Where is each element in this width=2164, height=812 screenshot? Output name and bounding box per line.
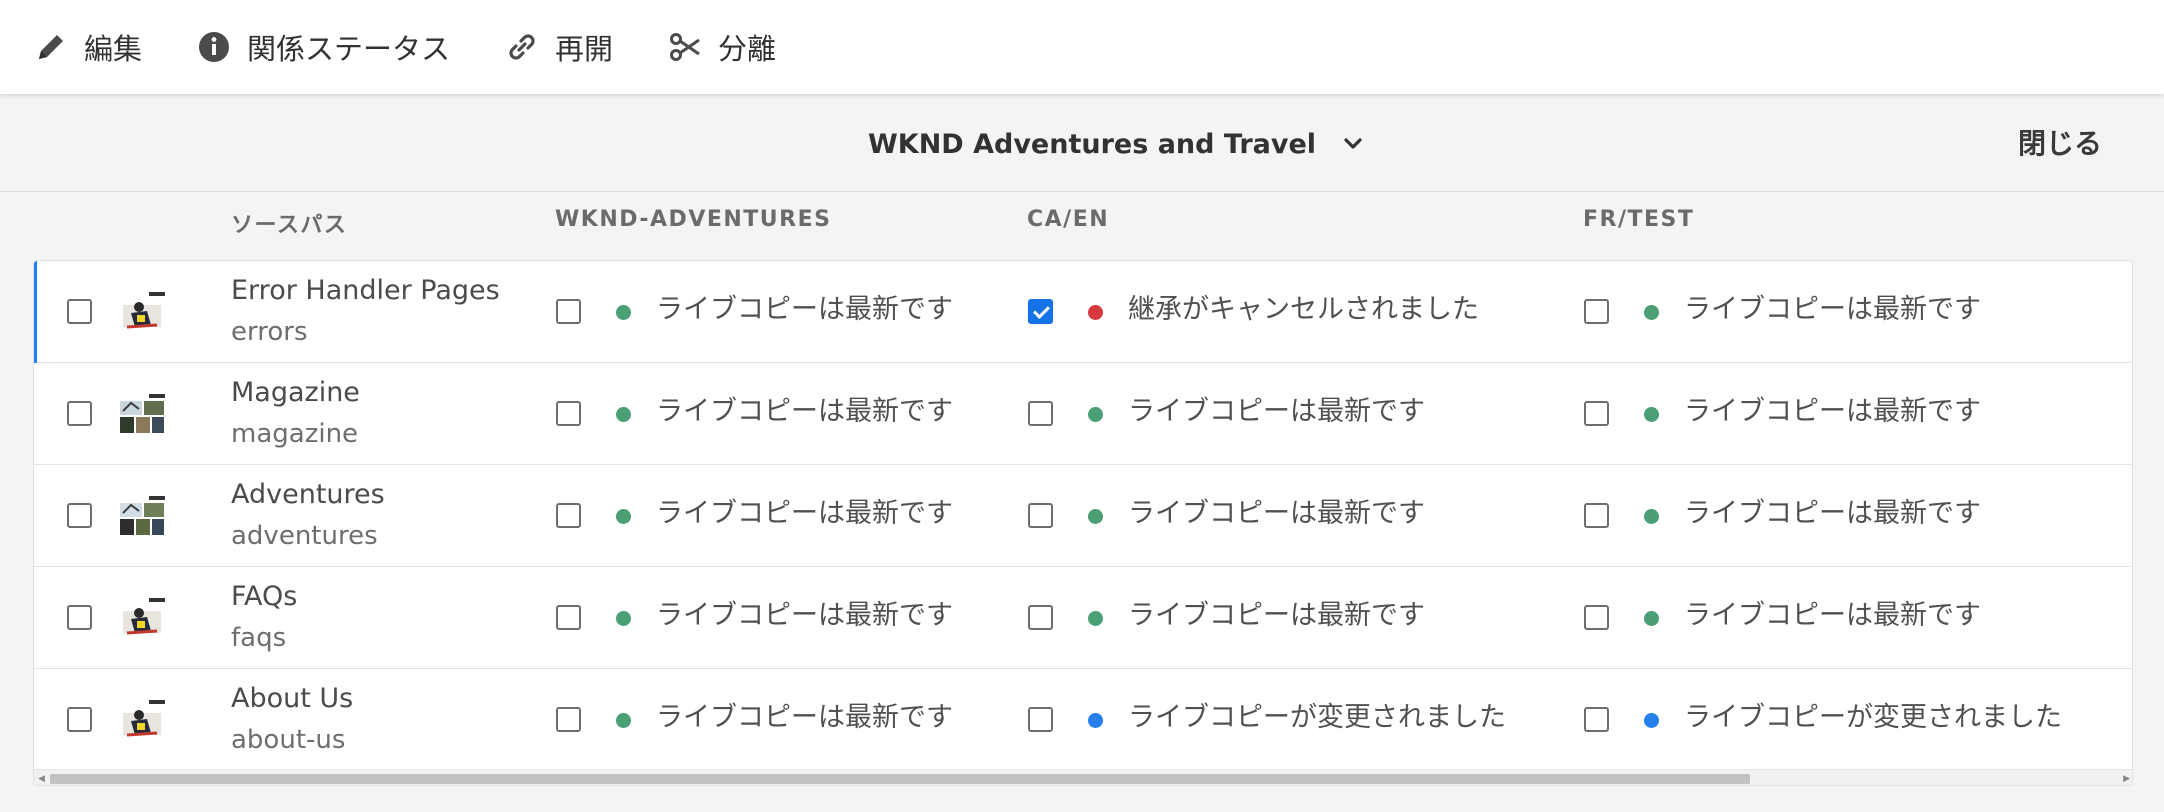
status-text: ライブコピーは最新です	[1128, 396, 1425, 427]
status-text: ライブコピーは最新です	[1684, 396, 1981, 427]
table-row[interactable]: Error Handler Pages errors ライブコピーは最新です 継…	[34, 261, 2132, 363]
status-text: ライブコピーは最新です	[1128, 600, 1425, 631]
page-path: adventures	[231, 521, 378, 551]
page-thumbnail	[117, 699, 167, 743]
page-title: Error Handler Pages	[231, 275, 500, 306]
table-row[interactable]: Adventures adventures ライブコピーは最新です ライブコピー…	[34, 465, 2132, 567]
livecopy-checkbox-ca-en[interactable]	[1028, 299, 1053, 324]
status-dot-up-to-date	[616, 611, 631, 626]
page-title: Adventures	[231, 479, 385, 510]
table-row[interactable]: FAQs faqs ライブコピーは最新です ライブコピーは最新です ライブコピー…	[34, 567, 2132, 669]
status-text: ライブコピーが変更されました	[1684, 702, 2062, 733]
site-header: WKND Adventures and Travel 閉じる	[0, 94, 2164, 192]
page-path: errors	[231, 317, 308, 347]
livecopy-checkbox-fr-test[interactable]	[1584, 605, 1609, 630]
status-dot-up-to-date	[616, 305, 631, 320]
column-header-source-path[interactable]: ソースパス	[231, 207, 347, 239]
livecopy-checkbox-wknd-adventures[interactable]	[556, 503, 581, 528]
pencil-icon	[34, 30, 68, 64]
row-select-checkbox[interactable]	[67, 299, 92, 324]
relationship-status-label: 関係ステータス	[247, 32, 451, 66]
page-thumbnail	[117, 291, 167, 335]
status-text: ライブコピーは最新です	[1684, 600, 1981, 631]
site-selector[interactable]: WKND Adventures and Travel	[868, 124, 1366, 164]
page-title: About Us	[231, 683, 354, 714]
livecopy-checkbox-ca-en[interactable]	[1028, 503, 1053, 528]
column-header-fr-test[interactable]: FR/TEST	[1583, 207, 1694, 232]
livecopy-checkbox-ca-en[interactable]	[1028, 707, 1053, 732]
status-dot-up-to-date	[1644, 509, 1659, 524]
table-row[interactable]: About Us about-us ライブコピーは最新です ライブコピーが変更さ…	[34, 669, 2132, 771]
livecopy-checkbox-wknd-adventures[interactable]	[556, 605, 581, 630]
scroll-right-arrow-icon[interactable]: ▶	[2123, 774, 2130, 784]
column-header-wknd-adventures[interactable]: WKND-ADVENTURES	[555, 207, 831, 232]
horizontal-scrollbar[interactable]: ◀ ▶	[34, 769, 2132, 785]
row-select-checkbox[interactable]	[67, 503, 92, 528]
status-text: ライブコピーは最新です	[1128, 498, 1425, 529]
edit-button[interactable]: 編集	[34, 0, 142, 94]
page-title: FAQs	[231, 581, 298, 612]
page-thumbnail	[117, 393, 167, 437]
status-dot-up-to-date	[1088, 611, 1103, 626]
action-toolbar: 編集 関係ステータス 再開 分離	[0, 0, 2164, 94]
page-path: magazine	[231, 419, 359, 449]
status-text: ライブコピーは最新です	[656, 498, 953, 529]
row-select-checkbox[interactable]	[67, 401, 92, 426]
livecopy-table: Error Handler Pages errors ライブコピーは最新です 継…	[33, 260, 2133, 786]
status-text: ライブコピーは最新です	[1684, 498, 1981, 529]
status-dot-up-to-date	[1088, 509, 1103, 524]
status-text: ライブコピーは最新です	[656, 702, 953, 733]
status-dot-up-to-date	[1644, 305, 1659, 320]
scissors-icon	[668, 30, 702, 64]
livecopy-checkbox-wknd-adventures[interactable]	[556, 707, 581, 732]
status-text: ライブコピーは最新です	[656, 600, 953, 631]
status-text: ライブコピーは最新です	[656, 396, 953, 427]
livecopy-checkbox-wknd-adventures[interactable]	[556, 401, 581, 426]
livecopy-checkbox-fr-test[interactable]	[1584, 707, 1609, 732]
page-path: faqs	[231, 623, 287, 653]
resume-label: 再開	[555, 32, 614, 66]
page-path: about-us	[231, 725, 346, 755]
status-text: 継承がキャンセルされました	[1128, 294, 1479, 325]
livecopy-checkbox-fr-test[interactable]	[1584, 503, 1609, 528]
status-dot-up-to-date	[1088, 407, 1103, 422]
status-dot-cancelled	[1088, 305, 1103, 320]
scrollbar-thumb[interactable]	[50, 774, 1750, 784]
status-dot-up-to-date	[616, 713, 631, 728]
scroll-left-arrow-icon[interactable]: ◀	[38, 774, 45, 784]
row-select-checkbox[interactable]	[67, 605, 92, 630]
status-dot-up-to-date	[616, 407, 631, 422]
row-select-checkbox[interactable]	[67, 707, 92, 732]
status-text: ライブコピーは最新です	[656, 294, 953, 325]
chevron-down-icon	[1342, 132, 1366, 156]
page-title: Magazine	[231, 377, 360, 408]
livecopy-checkbox-ca-en[interactable]	[1028, 401, 1053, 426]
status-dot-modified	[1088, 713, 1103, 728]
detach-button[interactable]: 分離	[668, 0, 776, 94]
status-dot-up-to-date	[1644, 611, 1659, 626]
close-button[interactable]: 閉じる	[2018, 122, 2102, 162]
livecopy-checkbox-fr-test[interactable]	[1584, 299, 1609, 324]
page-thumbnail	[117, 495, 167, 539]
info-icon	[197, 30, 231, 64]
resume-button[interactable]: 再開	[505, 0, 613, 94]
link-icon	[505, 30, 539, 64]
site-name: WKND Adventures and Travel	[868, 128, 1317, 160]
page-thumbnail	[117, 597, 167, 641]
status-text: ライブコピーは最新です	[1684, 294, 1981, 325]
status-text: ライブコピーが変更されました	[1128, 702, 1506, 733]
livecopy-checkbox-fr-test[interactable]	[1584, 401, 1609, 426]
edit-label: 編集	[84, 32, 143, 66]
status-dot-up-to-date	[616, 509, 631, 524]
status-dot-up-to-date	[1644, 407, 1659, 422]
livecopy-checkbox-ca-en[interactable]	[1028, 605, 1053, 630]
status-dot-modified	[1644, 713, 1659, 728]
relationship-status-button[interactable]: 関係ステータス	[197, 0, 450, 94]
detach-label: 分離	[718, 32, 777, 66]
livecopy-checkbox-wknd-adventures[interactable]	[556, 299, 581, 324]
column-header-ca-en[interactable]: CA/EN	[1027, 207, 1109, 232]
table-row[interactable]: Magazine magazine ライブコピーは最新です ライブコピーは最新で…	[34, 363, 2132, 465]
